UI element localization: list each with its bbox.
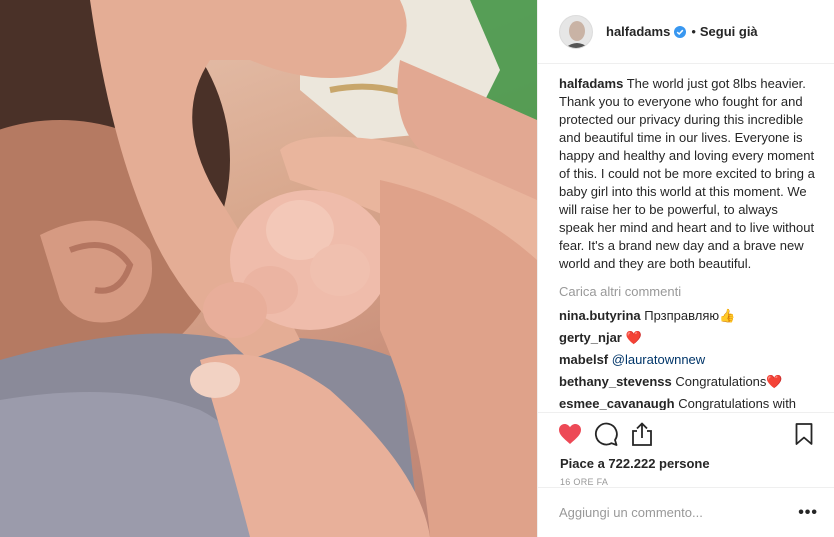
caption-username[interactable]: halfadams: [559, 76, 623, 91]
verified-badge-icon: [674, 25, 687, 38]
post-caption: halfadams The world just got 8lbs heavie…: [559, 75, 816, 273]
post-header: halfadams • Segui già: [538, 0, 834, 64]
comments-list[interactable]: halfadams The world just got 8lbs heavie…: [538, 64, 834, 410]
load-more-comments-button[interactable]: Carica altri commenti: [559, 283, 816, 301]
share-icon[interactable]: [628, 420, 656, 448]
more-options-button[interactable]: •••: [798, 504, 818, 522]
add-comment-bar: •••: [538, 487, 834, 537]
comment-text: ❤️: [625, 330, 642, 345]
post-side-panel: halfadams • Segui già halfadams The worl…: [537, 0, 834, 537]
comment-username[interactable]: nina.butyrina: [559, 308, 641, 323]
comment-mention-link[interactable]: @lauratownnew: [612, 352, 705, 367]
comment-username[interactable]: gerty_njar: [559, 330, 622, 345]
post-photo[interactable]: [0, 0, 537, 537]
instagram-post: halfadams • Segui già halfadams The worl…: [0, 0, 834, 537]
bookmark-icon[interactable]: [790, 420, 818, 448]
heart-icon[interactable]: [556, 420, 584, 448]
comment-item: nina.butyrina Прзправляю👍: [559, 307, 816, 325]
likes-count[interactable]: Piace a 722.222 persone: [556, 455, 818, 473]
comment-item: gerty_njar ❤️: [559, 329, 816, 347]
comment-text: Прзправляю👍: [644, 308, 736, 323]
comment-input[interactable]: [559, 505, 799, 520]
post-timestamp[interactable]: 16 ORE FA: [556, 477, 818, 487]
header-username[interactable]: halfadams: [606, 24, 670, 39]
baby-hand-photo: [0, 0, 537, 537]
follow-status-button[interactable]: Segui già: [700, 24, 758, 39]
avatar[interactable]: [559, 14, 593, 49]
post-actions: Piace a 722.222 persone 16 ORE FA: [538, 412, 834, 487]
caption-text: The world just got 8lbs heavier. Thank y…: [559, 76, 815, 271]
comment-item: esmee_cavanaugh Congratulations with thi…: [559, 395, 816, 410]
header-separator: •: [691, 24, 696, 39]
comment-icon[interactable]: [592, 420, 620, 448]
comment-username[interactable]: mabelsf: [559, 352, 608, 367]
comment-username[interactable]: bethany_stevenss: [559, 374, 672, 389]
action-icons-row: [556, 417, 818, 451]
comment-item: bethany_stevenss Congratulations❤️: [559, 373, 816, 391]
comment-item: mabelsf @lauratownnew: [559, 351, 816, 369]
comment-text: Congratulations❤️: [675, 374, 783, 389]
comment-username[interactable]: esmee_cavanaugh: [559, 396, 675, 410]
avatar-image: [560, 15, 592, 48]
